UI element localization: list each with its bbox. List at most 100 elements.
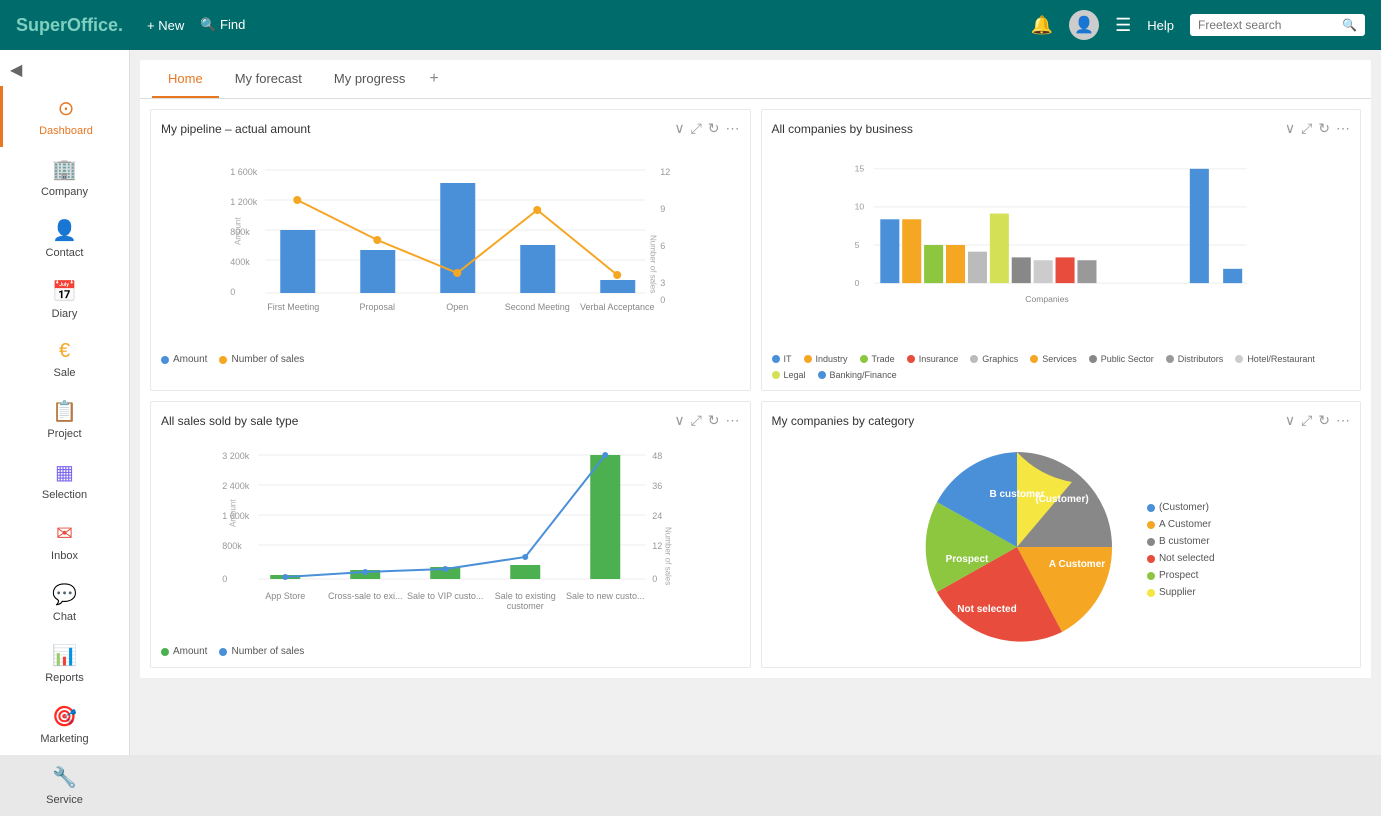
svg-text:Number of sales: Number of sales — [663, 527, 672, 585]
legend-a-customer: A Customer — [1147, 519, 1215, 530]
legend-graphics: Graphics — [970, 354, 1018, 364]
bar-new — [590, 455, 620, 579]
bar-graphics — [967, 252, 986, 283]
new-button[interactable]: + New — [147, 18, 184, 33]
bar-hotel — [1033, 260, 1052, 283]
sidebar-item-marketing[interactable]: 🎯 Marketing — [0, 694, 129, 755]
chart-pipeline: My pipeline – actual amount ∨ ⤢ ↻ ⋯ 1 60… — [150, 109, 751, 391]
companies-expand-icon[interactable]: ⤢ — [1301, 120, 1312, 137]
chart-sales-type-header: All sales sold by sale type ∨ ⤢ ↻ ⋯ — [161, 412, 740, 429]
legend-industry: Industry — [804, 354, 848, 364]
diary-icon: 📅 — [52, 279, 77, 304]
svg-text:0: 0 — [230, 287, 235, 297]
bar-public — [1011, 257, 1030, 283]
sidebar-item-label-dashboard: Dashboard — [39, 125, 93, 137]
legend-legal: Legal — [772, 370, 806, 380]
tab-forecast[interactable]: My forecast — [219, 61, 318, 98]
chart-sales-type-title: All sales sold by sale type — [161, 414, 298, 428]
menu-icon[interactable]: ☰ — [1115, 15, 1131, 36]
pipeline-dot-2 — [373, 236, 381, 244]
pipeline-menu-icon[interactable]: ⋯ — [726, 120, 740, 137]
sales-type-menu-icon[interactable]: ⋯ — [726, 412, 740, 429]
chart-sales-type-actions: ∨ ⤢ ↻ ⋯ — [674, 412, 739, 429]
sidebar-collapse-button[interactable]: ◀ — [0, 54, 129, 86]
legend-sales-num: Number of sales — [219, 646, 304, 657]
find-button[interactable]: 🔍 Find — [200, 17, 245, 33]
top-nav-right: 🔔 👤 ☰ Help 🔍 — [1031, 10, 1365, 40]
category-expand-icon[interactable]: ⤢ — [1301, 412, 1312, 429]
sidebar-item-company[interactable]: 🏢 Company — [0, 147, 129, 208]
svg-text:Companies: Companies — [1025, 294, 1068, 304]
svg-text:Cross-sale to exi...: Cross-sale to exi... — [328, 591, 403, 601]
chart-pipeline-legend: Amount Number of sales — [161, 354, 740, 365]
bar-it — [880, 219, 899, 283]
pipeline-refresh-icon[interactable]: ↻ — [708, 120, 720, 137]
legend-not-selected: Not selected — [1147, 553, 1215, 564]
sidebar-item-project[interactable]: 📋 Project — [0, 389, 129, 450]
sidebar-item-sale[interactable]: € Sale — [0, 330, 129, 389]
chart-category-legend: (Customer) A Customer B customer — [1147, 502, 1215, 598]
main-layout: ◀ ⊙ Dashboard 🏢 Company 👤 Contact 📅 Diar… — [0, 50, 1381, 755]
sidebar-item-chat[interactable]: 💬 Chat — [0, 572, 129, 633]
sales-type-dropdown-icon[interactable]: ∨ — [674, 412, 684, 429]
legend-distributors: Distributors — [1166, 354, 1224, 364]
pipeline-expand-icon[interactable]: ⤢ — [691, 120, 702, 137]
sidebar-item-label-marketing: Marketing — [40, 733, 88, 745]
sidebar-item-label-company: Company — [41, 186, 88, 198]
service-icon: 🔧 — [52, 765, 77, 790]
legend-item-amount: Amount — [161, 354, 207, 365]
help-button[interactable]: Help — [1147, 18, 1174, 33]
chat-icon: 💬 — [52, 582, 77, 607]
category-dropdown-icon[interactable]: ∨ — [1285, 412, 1295, 429]
svg-text:Amount: Amount — [233, 217, 242, 245]
svg-text:customer: customer — [507, 601, 544, 611]
chart-companies-header: All companies by business ∨ ⤢ ↻ ⋯ — [772, 120, 1351, 137]
bar-distributors — [1077, 260, 1096, 283]
user-avatar[interactable]: 👤 — [1069, 10, 1099, 40]
svg-text:5: 5 — [854, 240, 859, 250]
selection-icon: ▦ — [55, 460, 74, 485]
search-icon: 🔍 — [1342, 18, 1357, 32]
pipeline-dropdown-icon[interactable]: ∨ — [674, 120, 684, 137]
sales-type-refresh-icon[interactable]: ↻ — [708, 412, 720, 429]
category-menu-icon[interactable]: ⋯ — [1336, 412, 1350, 429]
bar-insurance — [1055, 257, 1074, 283]
legend-customer: (Customer) — [1147, 502, 1215, 513]
chart-category-container: (Customer) A Customer Not selected Prosp… — [772, 437, 1351, 657]
pipeline-dot-5 — [613, 271, 621, 279]
svg-text:Sale to VIP custo...: Sale to VIP custo... — [407, 591, 483, 601]
svg-text:3 200k: 3 200k — [222, 451, 250, 461]
reports-icon: 📊 — [52, 643, 77, 668]
notifications-icon[interactable]: 🔔 — [1031, 15, 1053, 36]
search-input[interactable] — [1198, 18, 1338, 32]
sidebar-item-reports[interactable]: 📊 Reports — [0, 633, 129, 694]
chart-category-header: My companies by category ∨ ⤢ ↻ ⋯ — [772, 412, 1351, 429]
tab-add-button[interactable]: + — [421, 60, 446, 98]
sidebar-item-dashboard[interactable]: ⊙ Dashboard — [0, 86, 129, 147]
sidebar-item-label-project: Project — [47, 428, 81, 440]
companies-menu-icon[interactable]: ⋯ — [1336, 120, 1350, 137]
legend-hotel: Hotel/Restaurant — [1235, 354, 1315, 364]
sidebar-item-contact[interactable]: 👤 Contact — [0, 208, 129, 269]
sidebar-item-service[interactable]: 🔧 Service — [0, 755, 129, 816]
sidebar-item-label-sale: Sale — [53, 367, 75, 379]
tab-progress[interactable]: My progress — [318, 61, 422, 98]
sidebar-item-diary[interactable]: 📅 Diary — [0, 269, 129, 330]
category-refresh-icon[interactable]: ↻ — [1318, 412, 1330, 429]
sidebar-item-inbox[interactable]: ✉ Inbox — [0, 511, 129, 572]
bar-banking — [1189, 169, 1208, 283]
svg-text:B customer: B customer — [989, 489, 1044, 500]
tab-home[interactable]: Home — [152, 61, 219, 98]
svg-text:24: 24 — [652, 511, 662, 521]
sidebar-item-selection[interactable]: ▦ Selection — [0, 450, 129, 511]
bar-proposal — [360, 250, 395, 293]
sales-type-expand-icon[interactable]: ⤢ — [691, 412, 702, 429]
companies-dropdown-icon[interactable]: ∨ — [1285, 120, 1295, 137]
svg-text:1 600k: 1 600k — [230, 167, 258, 177]
svg-text:Number of sales: Number of sales — [648, 235, 657, 293]
chart-companies-legend: IT Industry Trade Insurance Graphics — [772, 354, 1351, 380]
svg-text:12: 12 — [652, 541, 662, 551]
bar-industry — [902, 219, 921, 283]
companies-refresh-icon[interactable]: ↻ — [1318, 120, 1330, 137]
svg-text:First Meeting: First Meeting — [267, 302, 319, 312]
